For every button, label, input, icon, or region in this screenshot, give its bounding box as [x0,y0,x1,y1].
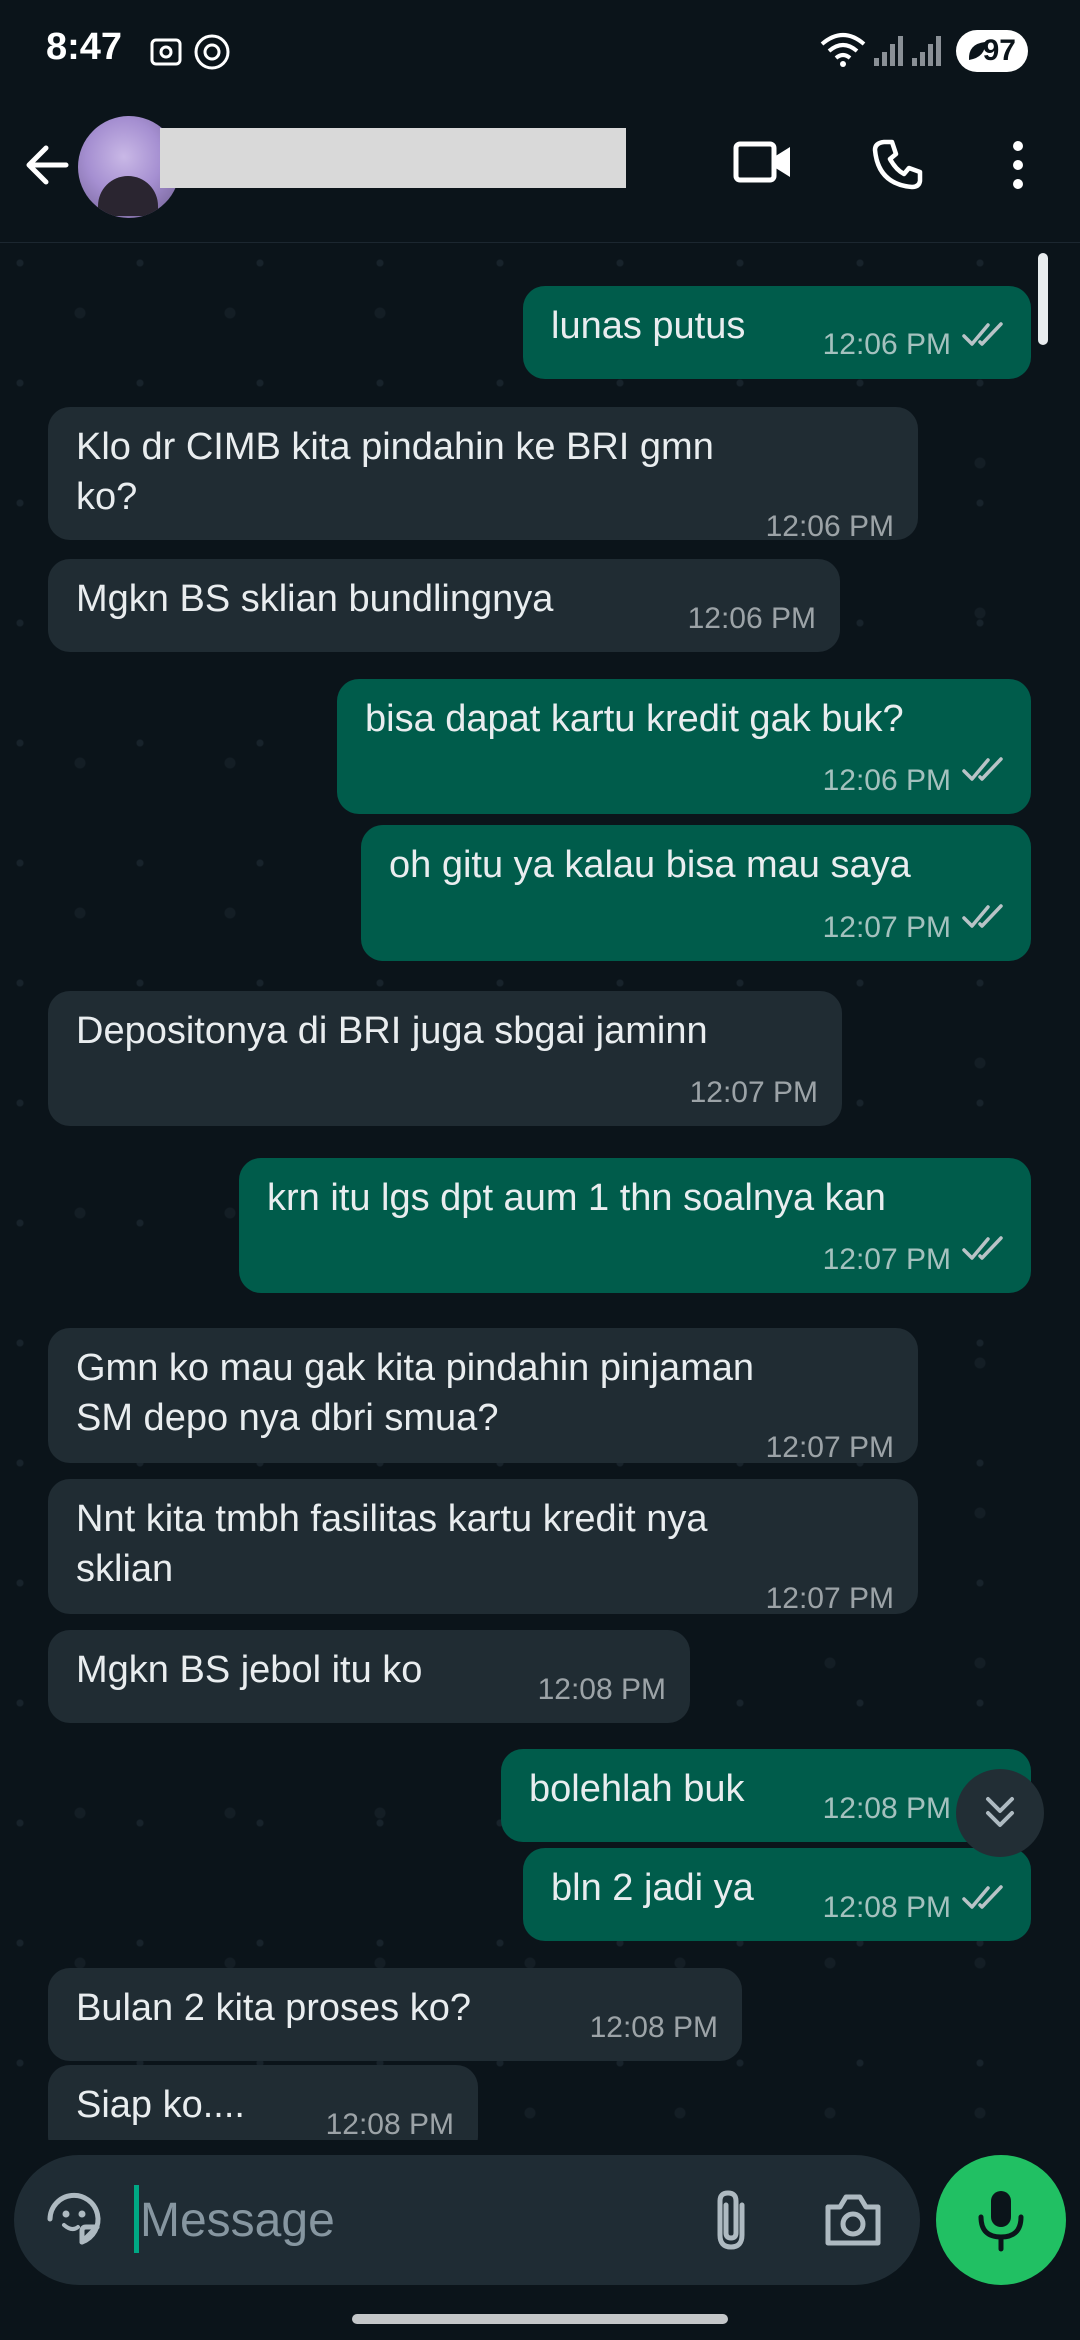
message-bubble-incoming[interactable]: Mgkn BS sklian bundlingnya 12:06 PM [48,559,840,652]
message-bubble-outgoing[interactable]: bln 2 jadi ya 12:08 PM [523,1848,1031,1941]
status-bar: 8:47 97 [0,0,1080,100]
message-bubble-incoming[interactable]: Depositonya di BRI juga sbgai jaminn 12:… [48,991,842,1126]
message-time: 12:08 PM [325,2108,454,2140]
double-check-icon [962,904,1003,928]
message-text: bolehlah buk [529,1768,745,1810]
signal-icon-2 [912,36,941,66]
message-bubble-outgoing[interactable]: oh gitu ya kalau bisa mau saya 12:07 PM [361,825,1031,961]
message-time: 12:07 PM [822,911,951,944]
message-bubble-outgoing[interactable]: bisa dapat kartu kredit gak buk? 12:06 P… [337,679,1031,814]
screenshot-icon [150,38,182,66]
message-text: Depositonya di BRI juga sbgai jaminn [76,1010,708,1052]
message-composer[interactable]: Message [14,2155,920,2285]
battery-saver-icon [968,42,986,60]
message-time: 12:08 PM [537,1673,666,1706]
double-check-icon [962,757,1003,781]
contact-name[interactable] [160,128,626,188]
status-time: 8:47 [46,26,123,68]
attach-icon[interactable] [704,2187,760,2253]
back-arrow-icon[interactable] [20,138,74,192]
gesture-nav-bar[interactable] [352,2314,728,2324]
message-text: bisa dapat kartu kredit gak buk? [365,698,904,740]
message-text: krn itu lgs dpt aum 1 thn soalnya kan [267,1177,886,1219]
message-text: Mgkn BS jebol itu ko [76,1649,423,1691]
scrollbar[interactable] [1038,253,1048,345]
message-time: 12:08 PM [822,1792,951,1825]
message-time: 12:08 PM [589,2011,718,2044]
scroll-to-bottom-button[interactable] [956,1769,1044,1857]
message-text: Bulan 2 kita proses ko? [76,1987,472,2029]
message-text-line: sklian [76,1548,174,1590]
message-bubble-outgoing[interactable]: bolehlah buk 12:08 PM [501,1749,1031,1842]
message-bubble-incoming[interactable]: Bulan 2 kita proses ko? 12:08 PM [48,1968,742,2061]
double-check-icon [962,1236,1003,1260]
double-check-icon [962,322,1003,346]
message-bubble-outgoing[interactable]: lunas putus 12:06 PM [523,286,1031,379]
message-text-line: SM depo nya dbri smua? [76,1397,499,1439]
phone-call-icon[interactable] [870,136,926,192]
message-text-line: Klo dr CIMB kita pindahin ke BRI gmn [76,426,714,468]
message-time: 12:06 PM [822,328,951,361]
battery-indicator: 97 [956,30,1028,72]
message-text: Mgkn BS sklian bundlingnya [76,578,554,620]
message-input[interactable]: Message [140,2193,335,2248]
voice-message-button[interactable] [936,2155,1066,2285]
double-chevron-down-icon [986,1797,1014,1827]
camera-icon[interactable] [822,2191,884,2249]
message-bubble-incoming[interactable]: Siap ko.... 12:08 PM [48,2065,478,2140]
more-vert-icon[interactable] [1006,138,1030,192]
message-text: Siap ko.... [76,2084,245,2126]
chat-header [0,100,1080,243]
message-bubble-incoming[interactable]: Gmn ko mau gak kita pindahin pinjaman SM… [48,1328,918,1464]
message-text-line: Gmn ko mau gak kita pindahin pinjaman [76,1347,755,1389]
message-text: bln 2 jadi ya [551,1867,754,1909]
message-time: 12:07 PM [765,1431,894,1464]
message-time: 12:07 PM [765,1582,894,1615]
text-cursor [134,2185,139,2253]
wifi-icon [820,33,866,67]
message-time: 12:06 PM [765,510,894,543]
message-time: 12:08 PM [822,1891,951,1924]
message-time: 12:07 PM [822,1243,951,1276]
message-text-line: ko? [76,476,138,518]
message-text-line: Nnt kita tmbh fasilitas kartu kredit nya [76,1498,708,1540]
message-time: 12:06 PM [687,602,816,635]
sticker-icon[interactable] [42,2187,106,2251]
message-bubble-outgoing[interactable]: krn itu lgs dpt aum 1 thn soalnya kan 12… [239,1158,1031,1293]
message-time: 12:07 PM [689,1076,818,1109]
message-bubble-incoming[interactable]: Mgkn BS jebol itu ko 12:08 PM [48,1630,690,1723]
message-bubble-incoming[interactable]: Klo dr CIMB kita pindahin ke BRI gmn ko?… [48,407,918,543]
mic-icon [978,2191,1024,2252]
message-text: lunas putus [551,305,746,347]
message-time: 12:06 PM [822,764,951,797]
message-text: oh gitu ya kalau bisa mau saya [389,844,911,886]
message-bubble-incoming[interactable]: Nnt kita tmbh fasilitas kartu kredit nya… [48,1479,918,1615]
video-call-icon[interactable] [732,136,794,188]
double-check-icon [962,1885,1003,1909]
signal-icon-1 [874,36,903,66]
app-notification-icon [194,34,230,70]
message-list[interactable]: lunas putus 12:06 PM Klo dr CIMB kita pi… [0,243,1080,2140]
